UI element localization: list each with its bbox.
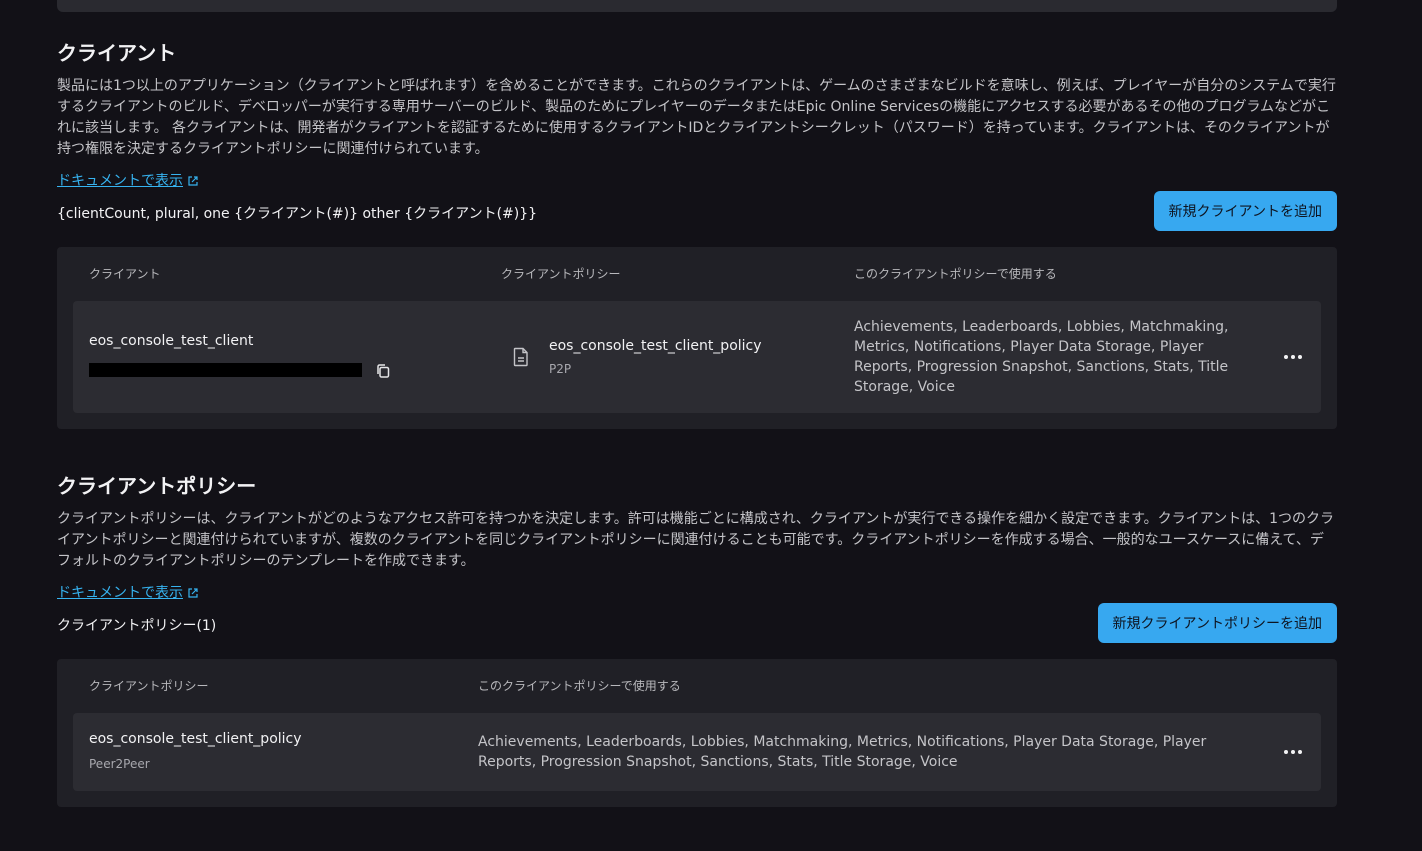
clients-section-description: 製品には1つ以上のアプリケーション（クライアントと呼ばれます）を含めることができ… bbox=[57, 78, 1336, 157]
policies-table: クライアントポリシー このクライアントポリシーで使用する eos_console… bbox=[57, 659, 1337, 807]
policy-features: Achievements, Leaderboards, Lobbies, Mat… bbox=[478, 734, 1207, 770]
policy-name[interactable]: eos_console_test_client_policy bbox=[89, 731, 302, 747]
table-row: eos_console_test_client_policy Peer2Peer… bbox=[73, 713, 1321, 791]
column-header-features: このクライアントポリシーで使用する bbox=[478, 679, 681, 693]
table-row: eos_console_test_client eos_console_test… bbox=[73, 301, 1321, 413]
policy-features: Achievements, Leaderboards, Lobbies, Mat… bbox=[854, 319, 1229, 395]
clients-count-label: {clientCount, plural, one {クライアント(#)} ot… bbox=[57, 206, 538, 222]
column-header-policy: クライアントポリシー bbox=[89, 679, 209, 693]
client-name: eos_console_test_client bbox=[89, 333, 254, 349]
policy-type: Peer2Peer bbox=[89, 757, 150, 771]
external-link-icon bbox=[188, 587, 198, 598]
clients-table: クライアント クライアントポリシー このクライアントポリシーで使用する eos_… bbox=[57, 247, 1337, 429]
more-horizontal-icon bbox=[1284, 750, 1288, 754]
row-more-button[interactable] bbox=[1279, 738, 1307, 766]
clients-doc-link[interactable]: ドキュメントで表示 bbox=[57, 171, 183, 191]
policies-section: クライアントポリシー クライアントポリシーは、クライアントがどのようなアクセス許… bbox=[57, 473, 1337, 808]
clients-section: クライアント 製品には1つ以上のアプリケーション（クライアントと呼ばれます）を含… bbox=[57, 40, 1337, 430]
previous-section-panel bbox=[57, 0, 1337, 12]
policy-type: P2P bbox=[549, 362, 572, 376]
client-id-redacted bbox=[89, 363, 362, 377]
policies-section-description: クライアントポリシーは、クライアントがどのようなアクセス許可を持つかを決定します… bbox=[57, 511, 1335, 569]
policies-doc-link-label: ドキュメントで表示 bbox=[57, 585, 183, 601]
more-dot bbox=[1291, 750, 1295, 754]
clients-doc-link-label: ドキュメントで表示 bbox=[57, 173, 183, 189]
copy-icon[interactable] bbox=[375, 363, 391, 379]
policies-section-title: クライアントポリシー bbox=[57, 474, 257, 498]
more-dot bbox=[1298, 355, 1302, 359]
more-dot bbox=[1298, 750, 1302, 754]
row-more-button[interactable] bbox=[1279, 343, 1307, 371]
add-client-button[interactable]: 新規クライアントを追加 bbox=[1153, 191, 1337, 231]
policies-doc-link[interactable]: ドキュメントで表示 bbox=[57, 583, 183, 603]
add-client-policy-button[interactable]: 新規クライアントポリシーを追加 bbox=[1097, 603, 1337, 643]
column-header-features: このクライアントポリシーで使用する bbox=[854, 267, 1057, 281]
policies-count-label: クライアントポリシー(1) bbox=[57, 618, 217, 634]
clients-section-title: クライアント bbox=[57, 41, 177, 65]
document-icon bbox=[513, 347, 528, 367]
more-dot bbox=[1291, 355, 1295, 359]
external-link-icon bbox=[188, 175, 198, 186]
column-header-policy: クライアントポリシー bbox=[501, 267, 621, 281]
policy-link[interactable]: eos_console_test_client_policy bbox=[549, 338, 762, 354]
column-header-client: クライアント bbox=[89, 267, 161, 281]
more-horizontal-icon bbox=[1284, 355, 1288, 359]
